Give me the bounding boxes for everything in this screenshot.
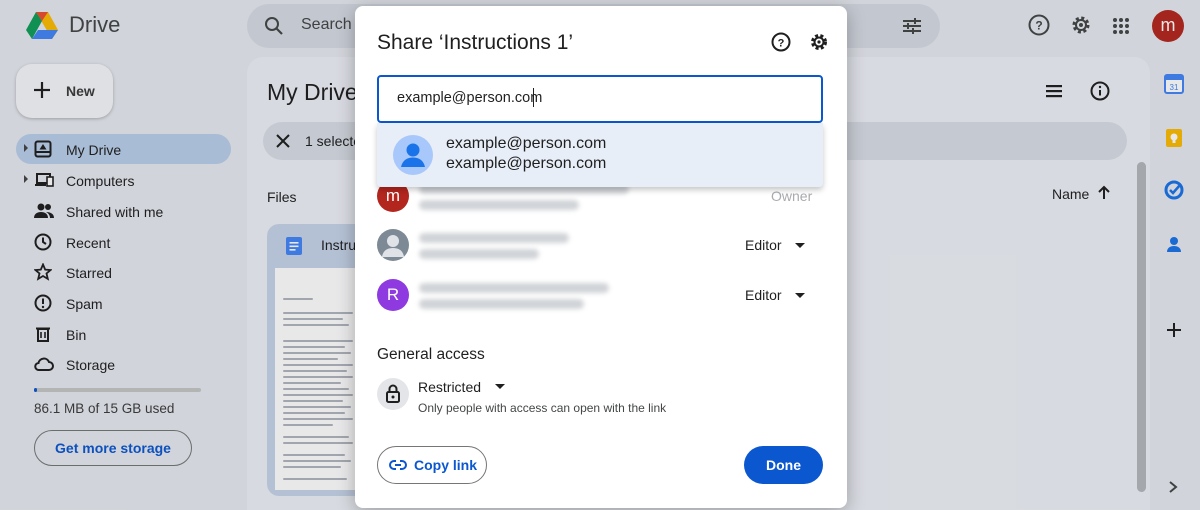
avatar: R bbox=[377, 279, 409, 311]
suggestion-name: example@person.com bbox=[446, 135, 607, 152]
role-label: Owner bbox=[771, 188, 813, 204]
add-people-input-value[interactable]: example@person.com bbox=[397, 90, 542, 106]
suggestion-email: example@person.com bbox=[446, 155, 607, 172]
dropdown-caret-icon[interactable] bbox=[795, 293, 805, 298]
role-dropdown[interactable]: Editor bbox=[745, 237, 782, 253]
access-level-dropdown[interactable]: Restricted bbox=[418, 379, 481, 395]
person-icon bbox=[382, 235, 404, 257]
svg-text:?: ? bbox=[778, 38, 785, 50]
link-icon bbox=[389, 458, 407, 472]
person-row[interactable]: Editor bbox=[377, 229, 823, 269]
dialog-title: Share ‘Instructions 1’ bbox=[377, 31, 574, 54]
redacted-email bbox=[419, 200, 579, 210]
redacted-email bbox=[419, 299, 584, 309]
general-access-title: General access bbox=[377, 346, 485, 363]
redacted-name bbox=[419, 233, 569, 243]
done-button[interactable]: Done bbox=[744, 446, 823, 484]
redacted-name bbox=[419, 283, 609, 293]
access-description: Only people with access can open with th… bbox=[418, 401, 667, 415]
avatar bbox=[377, 229, 409, 261]
redacted-email bbox=[419, 249, 539, 259]
text-caret bbox=[533, 88, 534, 107]
person-row[interactable]: R Editor bbox=[377, 279, 823, 319]
dropdown-caret-icon[interactable] bbox=[495, 384, 505, 389]
settings-icon[interactable] bbox=[809, 32, 829, 52]
person-avatar-icon bbox=[393, 135, 433, 175]
role-dropdown[interactable]: Editor bbox=[745, 287, 782, 303]
dropdown-caret-icon[interactable] bbox=[795, 243, 805, 248]
help-icon[interactable]: ? bbox=[771, 32, 791, 52]
lock-icon bbox=[377, 378, 409, 410]
copy-link-label[interactable]: Copy link bbox=[414, 457, 477, 473]
